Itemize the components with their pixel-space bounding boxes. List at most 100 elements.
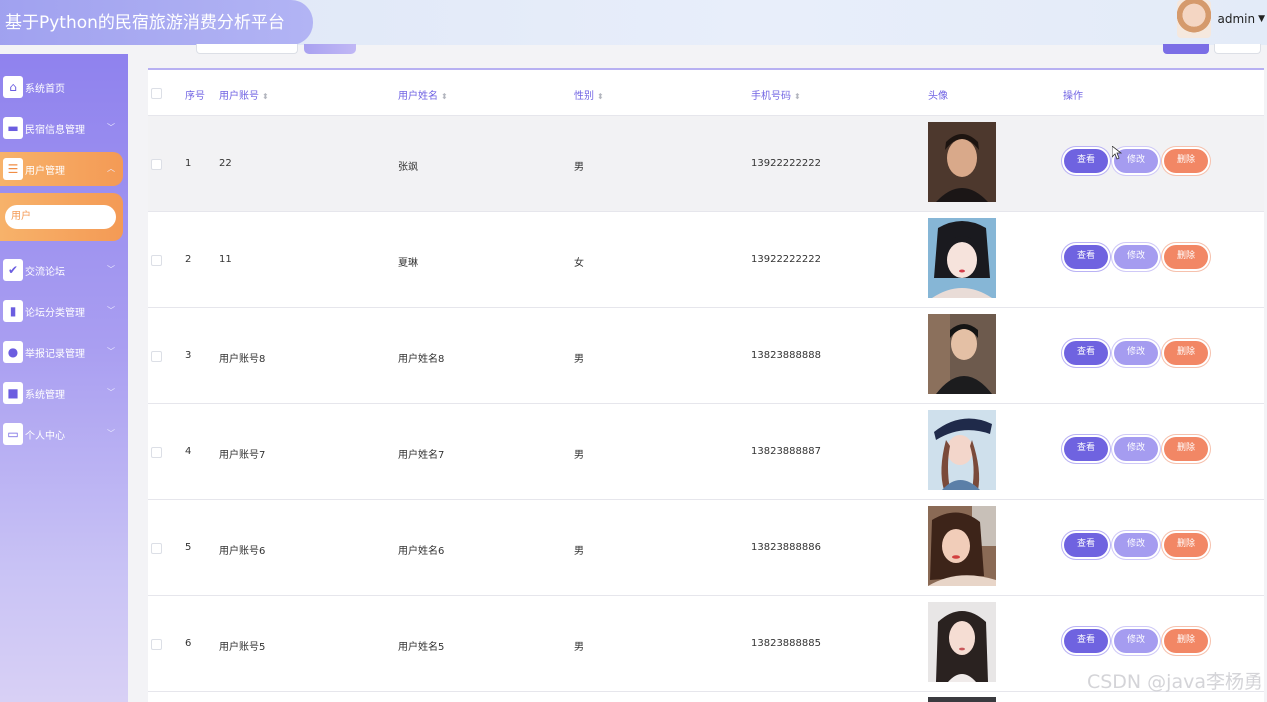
view-button[interactable]: 查看 — [1064, 533, 1108, 557]
avatar-photo[interactable] — [928, 602, 996, 682]
chevron-down-icon: ﹀ — [107, 306, 115, 315]
row-checkbox[interactable] — [151, 639, 162, 650]
avatar-photo[interactable] — [928, 697, 996, 702]
chevron-down-icon: ﹀ — [107, 429, 115, 438]
cell-index: 5 — [185, 542, 192, 553]
cell-phone: 13922222222 — [751, 158, 821, 169]
sidebar-item-forum[interactable]: ✔ 交流论坛 ﹀ — [0, 253, 123, 287]
sidebar-item-homestay[interactable]: ▬ 民宿信息管理 ﹀ — [0, 111, 123, 145]
cell-account: 用户账号8 — [219, 354, 266, 365]
view-button[interactable]: 查看 — [1064, 245, 1108, 269]
edit-button[interactable]: 修改 — [1114, 341, 1158, 365]
avatar-photo[interactable] — [928, 314, 996, 394]
user-avatar[interactable] — [1177, 0, 1212, 38]
delete-button[interactable]: 删除 — [1164, 149, 1208, 173]
book-icon: ▮ — [3, 300, 23, 322]
view-button[interactable]: 查看 — [1064, 437, 1108, 461]
sort-icon[interactable]: ⬍ — [597, 92, 604, 101]
sort-icon[interactable]: ⬍ — [794, 92, 801, 101]
submenu-item-user[interactable]: 用户 — [5, 205, 116, 229]
sidebar: ⌂ 系统首页 ▬ 民宿信息管理 ﹀ ☰ 用户管理 ︿ 用户 ✔ 交流论坛 ﹀ ▮… — [0, 54, 128, 702]
cell-account: 11 — [219, 254, 232, 265]
delete-button[interactable]: 删除 — [1164, 533, 1208, 557]
row-checkbox[interactable] — [151, 159, 162, 170]
table-row[interactable]: 3 用户账号8 用户姓名8 男 13823888888 查看 修改 删除 — [148, 307, 1264, 403]
cell-index: 4 — [185, 446, 192, 457]
sidebar-item-reports[interactable]: ● 举报记录管理 ﹀ — [0, 335, 123, 369]
row-checkbox[interactable] — [151, 351, 162, 362]
user-name[interactable]: admin — [1217, 12, 1255, 26]
table-row[interactable]: 5 用户账号6 用户姓名6 男 13823888886 查看 修改 删除 — [148, 499, 1264, 595]
user-table: 序号 用户账号 ⬍ 用户姓名 ⬍ 性别 ⬍ 手机号码 ⬍ 头像 操作 1 22 张飒 男… — [148, 68, 1264, 702]
avatar-photo[interactable] — [928, 218, 996, 298]
avatar-photo[interactable] — [928, 410, 996, 490]
cell-gender: 男 — [574, 450, 584, 461]
cell-index: 2 — [185, 254, 192, 265]
delete-button[interactable]: 删除 — [1164, 341, 1208, 365]
edit-button[interactable]: 修改 — [1114, 437, 1158, 461]
sidebar-item-home[interactable]: ⌂ 系统首页 — [0, 70, 123, 104]
header-gender[interactable]: 性别 ⬍ — [574, 87, 604, 102]
table-header: 序号 用户账号 ⬍ 用户姓名 ⬍ 性别 ⬍ 手机号码 ⬍ 头像 操作 — [148, 70, 1264, 115]
top-bar: 基于Python的民宿旅游消费分析平台 admin ▼ — [0, 0, 1267, 45]
table-row[interactable]: 2 11 夏琳 女 13922222222 查看 修改 删除 — [148, 211, 1264, 307]
cell-name: 用户姓名7 — [398, 450, 445, 461]
edit-button[interactable]: 修改 — [1114, 629, 1158, 653]
select-all-checkbox[interactable] — [151, 88, 162, 99]
cell-gender: 男 — [574, 546, 584, 557]
table-row[interactable]: 4 用户账号7 用户姓名7 男 13823888887 查看 修改 删除 — [148, 403, 1264, 499]
sidebar-item-system[interactable]: ■ 系统管理 ﹀ — [0, 376, 123, 410]
watermark: CSDN @java李杨勇 — [1086, 671, 1263, 693]
app-title-banner: 基于Python的民宿旅游消费分析平台 — [0, 0, 313, 45]
sidebar-item-profile[interactable]: ▭ 个人中心 ﹀ — [0, 417, 123, 451]
row-checkbox[interactable] — [151, 255, 162, 266]
table-row[interactable]: 1 22 张飒 男 13922222222 查看 修改 删除 — [148, 115, 1264, 211]
monitor-icon: ▬ — [3, 117, 23, 139]
cell-phone: 13823888887 — [751, 446, 821, 457]
cell-name: 张飒 — [398, 162, 418, 173]
header-account[interactable]: 用户账号 ⬍ — [219, 87, 269, 102]
cell-phone: 13823888888 — [751, 350, 821, 361]
view-button[interactable]: 查看 — [1064, 629, 1108, 653]
header-phone[interactable]: 手机号码 ⬍ — [751, 87, 801, 102]
delete-button[interactable]: 删除 — [1164, 437, 1208, 461]
users-submenu: 用户 — [0, 193, 123, 241]
user-menu[interactable]: admin ▼ — [1177, 0, 1267, 38]
batch-delete-button[interactable] — [1214, 44, 1261, 54]
row-checkbox[interactable] — [151, 543, 162, 554]
search-input[interactable] — [196, 44, 298, 54]
view-button[interactable]: 查看 — [1064, 341, 1108, 365]
sort-icon[interactable]: ⬍ — [262, 92, 269, 101]
chevron-down-icon: ﹀ — [107, 388, 115, 397]
row-checkbox[interactable] — [151, 447, 162, 458]
sidebar-item-label: 举报记录管理 — [25, 348, 85, 360]
sidebar-item-label: 系统管理 — [25, 389, 65, 401]
sidebar-item-label: 民宿信息管理 — [25, 124, 85, 136]
delete-button[interactable]: 删除 — [1164, 245, 1208, 269]
avatar-photo[interactable] — [928, 122, 996, 202]
avatar-photo[interactable] — [928, 506, 996, 586]
edit-button[interactable]: 修改 — [1114, 533, 1158, 557]
cell-name: 用户姓名8 — [398, 354, 445, 365]
cell-name: 夏琳 — [398, 258, 418, 269]
cell-account: 用户账号5 — [219, 642, 266, 653]
mouse-cursor-icon — [1112, 146, 1122, 160]
cell-phone: 13823888886 — [751, 542, 821, 553]
header-name[interactable]: 用户姓名 ⬍ — [398, 87, 448, 102]
delete-button[interactable]: 删除 — [1164, 629, 1208, 653]
search-button[interactable] — [304, 44, 356, 54]
edit-button[interactable]: 修改 — [1114, 245, 1158, 269]
sidebar-item-label: 用户管理 — [25, 165, 65, 177]
view-button[interactable]: 查看 — [1064, 149, 1108, 173]
chevron-down-icon: ﹀ — [107, 347, 115, 356]
sidebar-item-users[interactable]: ☰ 用户管理 ︿ — [0, 152, 123, 186]
header-label: 用户姓名 — [398, 91, 438, 102]
window-icon: ▭ — [3, 423, 23, 445]
cell-gender: 男 — [574, 642, 584, 653]
caret-down-icon[interactable]: ▼ — [1258, 14, 1265, 24]
add-button[interactable] — [1163, 44, 1209, 54]
sidebar-item-forum-category[interactable]: ▮ 论坛分类管理 ﹀ — [0, 294, 123, 328]
cell-account: 22 — [219, 158, 232, 169]
chevron-up-icon: ︿ — [107, 164, 115, 173]
sort-icon[interactable]: ⬍ — [441, 92, 448, 101]
